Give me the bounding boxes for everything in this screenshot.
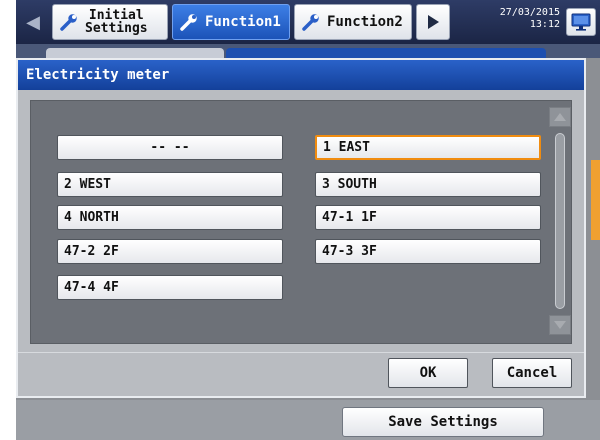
monitor-icon — [571, 13, 591, 31]
tab-function1[interactable]: Function1 — [172, 4, 290, 40]
scroll-down-button[interactable] — [549, 315, 571, 335]
screen: ◀ Initial Settings Function1 Function2 2… — [0, 0, 600, 440]
tab-initial-settings-label: Initial Settings — [85, 9, 148, 35]
background-tab-active — [226, 48, 546, 58]
tab-label-line2: Settings — [85, 21, 148, 36]
meter-item-47-4-4f[interactable]: 47-4 4F — [57, 275, 283, 300]
cancel-button[interactable]: Cancel — [492, 358, 572, 388]
background-tab — [46, 48, 224, 58]
background-highlight — [591, 160, 600, 240]
meter-item-47-3-3f[interactable]: 47-3 3F — [315, 239, 541, 264]
triangle-up-icon — [554, 113, 566, 121]
tab-function1-label: Function1 — [205, 14, 281, 30]
time-text: 13:12 — [529, 19, 560, 30]
meter-item-1-east[interactable]: 1 EAST — [315, 135, 541, 160]
top-toolbar: ◀ Initial Settings Function1 Function2 2… — [16, 0, 600, 44]
play-arrow-icon — [428, 15, 439, 29]
save-settings-button[interactable]: Save Settings — [342, 407, 544, 437]
meter-item-4-north[interactable]: 4 NORTH — [57, 205, 283, 230]
meter-item-3-south[interactable]: 3 SOUTH — [315, 172, 541, 197]
forward-button[interactable] — [416, 4, 450, 40]
ok-button[interactable]: OK — [388, 358, 468, 388]
scroll-up-button[interactable] — [549, 107, 571, 127]
tab-function2[interactable]: Function2 — [294, 4, 412, 40]
wrench-icon — [60, 14, 77, 31]
meter-item-none[interactable]: -- -- — [57, 135, 283, 160]
date-text: 27/03/2015 — [499, 7, 560, 18]
monitor-button[interactable] — [566, 8, 596, 36]
datetime-display: 27/03/2015 13:12 — [466, 7, 560, 31]
scrollbar-track[interactable] — [555, 133, 565, 309]
dialog-divider — [18, 352, 584, 353]
wrench-icon — [180, 14, 197, 31]
left-arrow-icon[interactable]: ◀ — [20, 6, 46, 38]
meter-item-2-west[interactable]: 2 WEST — [57, 172, 283, 197]
triangle-down-icon — [554, 321, 566, 329]
meter-item-47-1-1f[interactable]: 47-1 1F — [315, 205, 541, 230]
wrench-icon — [302, 14, 319, 31]
controller-screen: ◀ Initial Settings Function1 Function2 2… — [16, 0, 600, 440]
tab-function2-label: Function2 — [327, 14, 403, 30]
dialog-title: Electricity meter — [18, 60, 584, 90]
tab-initial-settings[interactable]: Initial Settings — [52, 4, 168, 40]
meter-list-panel: -- -- 1 EAST 2 WEST 3 SOUTH 4 NORTH 47-1… — [30, 100, 572, 344]
meter-item-47-2-2f[interactable]: 47-2 2F — [57, 239, 283, 264]
electricity-meter-dialog: Electricity meter -- -- 1 EAST 2 WEST 3 … — [16, 58, 586, 398]
